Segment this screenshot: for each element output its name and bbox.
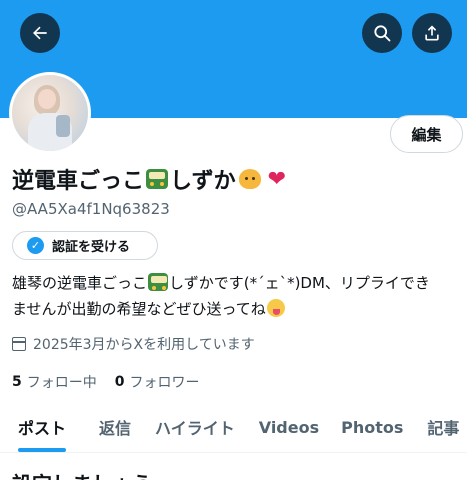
bio-text-2: しずかです(*´ェ`*)DM、リプライでき — [169, 274, 430, 292]
bio-text-3: ませんが出勤の希望などぜひ送ってね — [12, 300, 266, 318]
following-label[interactable]: フォロー中 — [27, 372, 97, 392]
tab-label: ハイライト — [155, 419, 235, 438]
joined-text: 2025年3月からXを利用しています — [33, 337, 255, 353]
tab-highlights[interactable]: ハイライト — [155, 406, 235, 448]
bio-text-1: 雄琴の逆電車ごっこ — [12, 274, 148, 292]
tab-videos[interactable]: Videos — [259, 406, 319, 448]
tabs-divider — [0, 452, 467, 453]
profile-bio: 雄琴の逆電車ごっこ しずかです(*´ェ`*)DM、リプライでき ませんが出勤の希望… — [12, 270, 462, 322]
search-button[interactable] — [362, 13, 402, 53]
tab-articles[interactable]: 記事 — [427, 406, 459, 448]
share-button[interactable] — [412, 13, 452, 53]
arrow-left-icon — [33, 26, 47, 40]
display-name-part-2: しずか — [170, 169, 236, 194]
display-name: 逆電車ごっこ しずか ❤ — [12, 163, 286, 195]
tab-posts[interactable]: ポスト — [18, 406, 67, 452]
cat-face-icon — [238, 169, 261, 189]
tram-icon — [148, 273, 169, 291]
section-heading: 設定しましょう — [12, 468, 152, 480]
share-upload-icon — [425, 25, 439, 41]
tab-label: ポスト — [18, 419, 67, 438]
red-heart-icon: ❤ — [267, 166, 287, 192]
tab-label: Photos — [341, 417, 404, 437]
back-button[interactable] — [20, 13, 60, 53]
tongue-face-icon — [266, 299, 285, 317]
calendar-icon — [12, 337, 26, 351]
search-icon — [374, 25, 391, 42]
followers-label[interactable]: フォロワー — [130, 372, 200, 392]
tab-label: Videos — [258, 417, 320, 437]
tab-replies[interactable]: 返信 — [99, 406, 131, 448]
avatar[interactable] — [9, 72, 91, 154]
get-verified-label: 認証を受ける — [52, 240, 131, 255]
tab-label: 返信 — [99, 419, 132, 438]
verified-badge-icon: ✓ — [27, 237, 44, 254]
tab-photos[interactable]: Photos — [341, 406, 403, 448]
get-verified-button[interactable]: ✓ 認証を受ける — [12, 231, 158, 260]
followers-count[interactable]: 0 — [115, 374, 125, 390]
following-count[interactable]: 5 — [12, 374, 22, 390]
display-name-part-1: 逆電車ごっこ — [12, 169, 145, 194]
edit-profile-button[interactable]: 編集 — [390, 115, 463, 153]
tab-label: 記事 — [427, 419, 460, 438]
joined-date: 2025年3月からXを利用しています — [12, 334, 255, 354]
user-handle: @AA5Xa4f1Nq63823 — [12, 200, 170, 218]
profile-tabs: ポスト 返信 ハイライト Videos Photos 記事 — [0, 406, 467, 452]
tram-icon — [146, 169, 169, 189]
follow-stats: 5 フォロー中 0 フォロワー — [12, 372, 218, 392]
